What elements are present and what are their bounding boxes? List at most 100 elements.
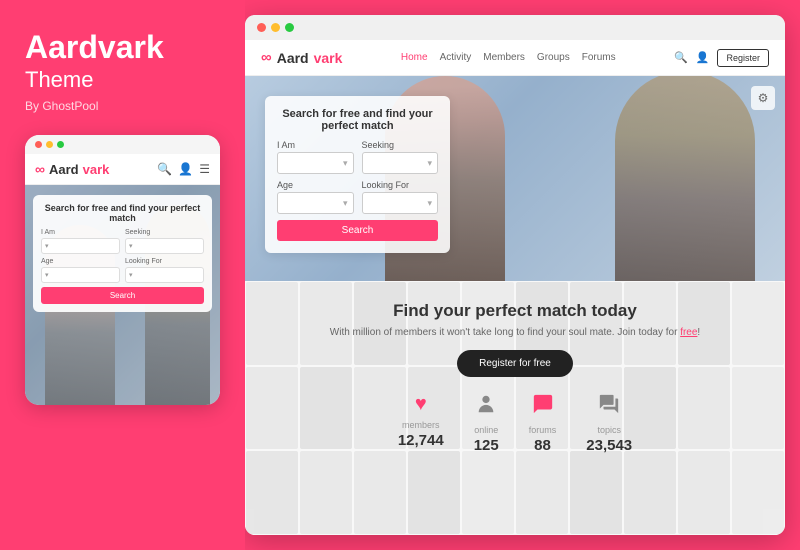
dot-yellow: [46, 141, 53, 148]
mobile-looking-group: Looking For ▾: [125, 258, 204, 283]
mobile-search-button[interactable]: Search: [41, 287, 204, 304]
dot-red: [35, 141, 42, 148]
mobile-i-am-select[interactable]: ▾: [41, 238, 120, 254]
nav-link-members[interactable]: Members: [483, 52, 525, 63]
desktop-top-bar: [245, 15, 785, 40]
hero-i-am-group: I Am ▾: [277, 140, 354, 174]
speech-bubble-icon: [532, 393, 554, 421]
nav-link-groups[interactable]: Groups: [537, 52, 570, 63]
nav-link-forums[interactable]: Forums: [582, 52, 616, 63]
stat-topics-label: topics: [597, 425, 621, 435]
mobile-seeking-select[interactable]: ▾: [125, 238, 204, 254]
desktop-nav: ∞ Aardvark Home Activity Members Groups …: [245, 40, 785, 76]
content-heading: Find your perfect match today: [393, 301, 637, 321]
nav-link-home[interactable]: Home: [401, 52, 428, 63]
hero-form-row-2: Age ▾ Looking For ▾: [277, 180, 438, 214]
hero-seeking-group: Seeking ▾: [362, 140, 439, 174]
hero-age-select[interactable]: ▾: [277, 192, 354, 214]
chevron-down-icon-4: ▾: [129, 271, 133, 279]
desktop-logo-pink: vark: [314, 50, 343, 66]
chevron-down-icon-3: ▾: [45, 271, 49, 279]
hero-looking-select[interactable]: ▾: [362, 192, 439, 214]
mobile-logo-dark: Aard: [49, 162, 79, 177]
nav-link-activity[interactable]: Activity: [440, 52, 472, 63]
hero-age-group: Age ▾: [277, 180, 354, 214]
desktop-content: Find your perfect match today With milli…: [245, 281, 785, 535]
desktop-nav-logo: ∞ Aardvark: [261, 49, 342, 66]
mobile-user-icon[interactable]: 👤: [178, 162, 193, 176]
mobile-i-am-label: I Am: [41, 229, 120, 236]
chevron-down-icon-5: ▾: [343, 158, 348, 169]
mobile-logo-icon: ∞: [35, 161, 45, 177]
mobile-age-select[interactable]: ▾: [41, 267, 120, 283]
hero-person-right: [615, 76, 755, 281]
hero-settings-icon[interactable]: ⚙: [751, 86, 775, 110]
content-subtext-link: free: [680, 327, 697, 338]
hero-seeking-label: Seeking: [362, 140, 439, 150]
content-subtext: With million of members it won't take lo…: [330, 327, 700, 338]
desktop-nav-right: 🔍 👤 Register: [674, 49, 769, 67]
mobile-logo-pink: vark: [83, 162, 110, 177]
stat-topics: topics 23,543: [586, 393, 632, 454]
hero-i-am-label: I Am: [277, 140, 354, 150]
chevron-down-icon: ▾: [45, 242, 49, 250]
hero-age-label: Age: [277, 180, 354, 190]
hero-seeking-select[interactable]: ▾: [362, 152, 439, 174]
mobile-looking-label: Looking For: [125, 258, 204, 265]
mobile-form-row-1: I Am ▾ Seeking ▾: [41, 229, 204, 254]
desktop-hero: Search for free and find your perfect ma…: [245, 76, 785, 281]
desktop-dot-yellow: [271, 23, 280, 32]
mobile-search-box: Search for free and find your perfect ma…: [33, 195, 212, 312]
mobile-search-icon[interactable]: 🔍: [157, 162, 172, 176]
desktop-content-inner: Find your perfect match today With milli…: [245, 281, 785, 469]
mobile-menu-icon[interactable]: ☰: [199, 162, 210, 176]
chevron-down-icon-8: ▾: [427, 198, 432, 209]
content-subtext-before: With million of members it won't take lo…: [330, 327, 680, 338]
mobile-hero: Search for free and find your perfect ma…: [25, 185, 220, 405]
stat-members-label: members: [402, 420, 440, 430]
desktop-register-nav-btn[interactable]: Register: [717, 49, 769, 67]
brand-title: Aardvark: [25, 30, 220, 65]
brand-title-block: Aardvark Theme By GhostPool: [25, 30, 220, 113]
register-for-free-button[interactable]: Register for free: [457, 350, 573, 377]
hero-search-overlay: Search for free and find your perfect ma…: [265, 96, 450, 253]
content-subtext-after: !: [697, 327, 700, 338]
person-icon: [475, 393, 497, 421]
stat-forums-label: forums: [529, 425, 557, 435]
stat-members-value: 12,744: [398, 432, 444, 449]
mobile-header: ∞ Aard vark 🔍 👤 ☰: [25, 154, 220, 185]
mobile-age-group: Age ▾: [41, 258, 120, 283]
desktop-logo-icon: ∞: [261, 49, 272, 66]
mobile-mockup: ∞ Aard vark 🔍 👤 ☰ Search for free and fin…: [25, 135, 220, 405]
hero-search-button[interactable]: Search: [277, 220, 438, 241]
mobile-search-title: Search for free and find your perfect ma…: [41, 203, 204, 223]
nav-search-icon[interactable]: 🔍: [674, 51, 688, 64]
mobile-seeking-group: Seeking ▾: [125, 229, 204, 254]
stat-members: ♥ members 12,744: [398, 393, 444, 449]
hero-i-am-select[interactable]: ▾: [277, 152, 354, 174]
hero-search-title: Search for free and find your perfect ma…: [277, 108, 438, 132]
nav-user-icon[interactable]: 👤: [696, 51, 710, 64]
stats-row: ♥ members 12,744 online 125 forums: [398, 393, 632, 454]
stat-online: online 125: [474, 393, 499, 454]
mobile-header-icons: 🔍 👤 ☰: [157, 162, 210, 176]
mobile-form-row-2: Age ▾ Looking For ▾: [41, 258, 204, 283]
stat-forums-value: 88: [534, 437, 551, 454]
desktop-mockup: ∞ Aardvark Home Activity Members Groups …: [245, 15, 785, 535]
desktop-nav-links: Home Activity Members Groups Forums: [401, 52, 616, 63]
mobile-seeking-label: Seeking: [125, 229, 204, 236]
stat-forums: forums 88: [529, 393, 557, 454]
mobile-looking-select[interactable]: ▾: [125, 267, 204, 283]
mobile-age-label: Age: [41, 258, 120, 265]
mobile-logo: ∞ Aard vark: [35, 161, 109, 177]
heart-icon: ♥: [415, 393, 427, 416]
chevron-down-icon-6: ▾: [427, 158, 432, 169]
brand-subtitle: Theme: [25, 67, 220, 93]
stat-online-value: 125: [474, 437, 499, 454]
speech-bubbles-icon: [598, 393, 620, 421]
chevron-down-icon-2: ▾: [129, 242, 133, 250]
left-panel: Aardvark Theme By GhostPool ∞ Aardvark 🔍…: [0, 0, 245, 550]
hero-looking-label: Looking For: [362, 180, 439, 190]
chevron-down-icon-7: ▾: [343, 198, 348, 209]
hero-form-row-1: I Am ▾ Seeking ▾: [277, 140, 438, 174]
